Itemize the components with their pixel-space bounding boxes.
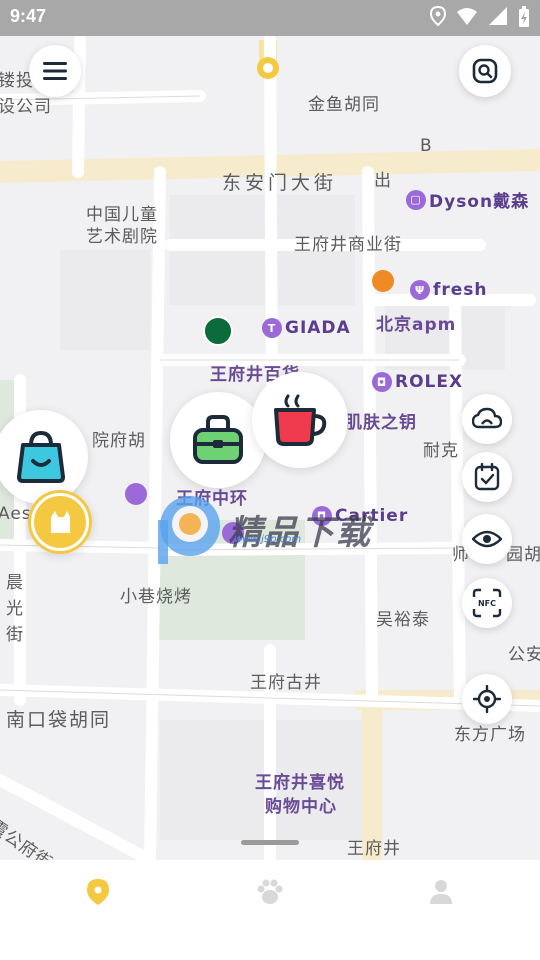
poi-rolex[interactable]: ◘ ROLEX — [372, 372, 463, 392]
map-label: 北京apm — [376, 315, 457, 335]
map-label: 肌肤之钥 — [345, 413, 417, 433]
user-icon — [430, 880, 452, 904]
map-label: 王府古井 — [250, 673, 322, 693]
handbag-icon — [193, 415, 243, 464]
map-label: 光 — [6, 599, 24, 619]
starbucks-icon[interactable] — [203, 316, 233, 346]
clothing-icon: T — [262, 318, 282, 338]
poi-fresh[interactable]: Ψ fresh — [410, 280, 488, 300]
signal-icon — [489, 7, 507, 25]
map-label: 吴裕泰 — [376, 610, 430, 630]
map-label: 公安 — [508, 645, 540, 665]
map-label: 王府井喜悦 — [255, 773, 345, 793]
search-button[interactable] — [459, 45, 511, 97]
map-label: 王府井商业街 — [294, 235, 402, 255]
shopping-bag-icon — [17, 431, 65, 483]
watermark: 精品下载 www.j9p.com — [150, 490, 372, 568]
map-label: 东安门大街 — [222, 172, 338, 194]
view-button[interactable] — [462, 514, 512, 564]
status-time: 9:47 — [10, 6, 47, 26]
cat-icon — [31, 493, 89, 551]
map-label: 街 — [6, 625, 24, 645]
locate-icon — [473, 685, 501, 713]
watermark-url: www.j9p.com — [234, 534, 302, 545]
bag-icon[interactable] — [125, 483, 147, 505]
map-label: 院府胡 — [92, 431, 146, 451]
menu-button[interactable] — [29, 45, 81, 97]
nfc-button[interactable]: NFC — [462, 578, 512, 628]
map-label: 艺术剧院 — [86, 227, 158, 247]
shop-icon: ◘ — [372, 372, 392, 392]
paw-icon — [257, 879, 283, 904]
location-icon — [430, 6, 446, 26]
weather-button[interactable] — [462, 394, 512, 444]
calendar-check-icon — [474, 463, 500, 491]
coffee-cup-bubble[interactable] — [252, 372, 348, 468]
map-label: 小巷烧烤 — [120, 587, 192, 607]
eye-icon — [472, 530, 502, 548]
map-label: 购物中心 — [265, 797, 337, 817]
poi-giada[interactable]: T GIADA — [262, 318, 351, 338]
store-icon: ▢ — [406, 189, 426, 210]
tab-pet[interactable] — [250, 876, 290, 908]
map-pin-icon — [87, 879, 109, 905]
battery-icon — [519, 6, 529, 27]
cloud-icon — [472, 407, 502, 429]
map-label: 设公司 — [0, 97, 52, 117]
handbag-bubble[interactable] — [170, 392, 266, 488]
map-label: 晨 — [6, 573, 24, 593]
watermark-logo-icon — [158, 496, 220, 564]
map-label: 出 — [374, 171, 392, 191]
pet-avatar[interactable] — [28, 490, 92, 554]
watermark-text: 精品下载 — [228, 512, 372, 553]
locate-button[interactable] — [462, 674, 512, 724]
tab-profile[interactable] — [421, 876, 461, 908]
map-label: 金鱼胡同 — [308, 95, 380, 115]
bottom-tab-bar — [0, 860, 540, 960]
tab-map[interactable] — [78, 876, 118, 908]
poi-dyson[interactable]: ▢ Dyson戴森 — [406, 187, 529, 212]
food-icon: Ψ — [410, 280, 430, 300]
svg-text:NFC: NFC — [478, 599, 496, 608]
map-label: 王府井 — [347, 839, 401, 859]
checkin-button[interactable] — [462, 452, 512, 502]
menu-icon — [43, 62, 67, 80]
status-bar: 9:47 — [0, 0, 540, 36]
nfc-icon: NFC — [472, 588, 502, 618]
search-icon — [472, 58, 498, 84]
map-label: 耐克 — [423, 441, 459, 461]
drag-handle[interactable] — [241, 840, 299, 845]
map-label: B — [420, 136, 433, 156]
coffee-cup-icon — [274, 394, 327, 446]
cafe-icon[interactable] — [372, 270, 394, 292]
wifi-icon — [457, 8, 477, 25]
map-label: 南口袋胡同 — [6, 709, 112, 731]
